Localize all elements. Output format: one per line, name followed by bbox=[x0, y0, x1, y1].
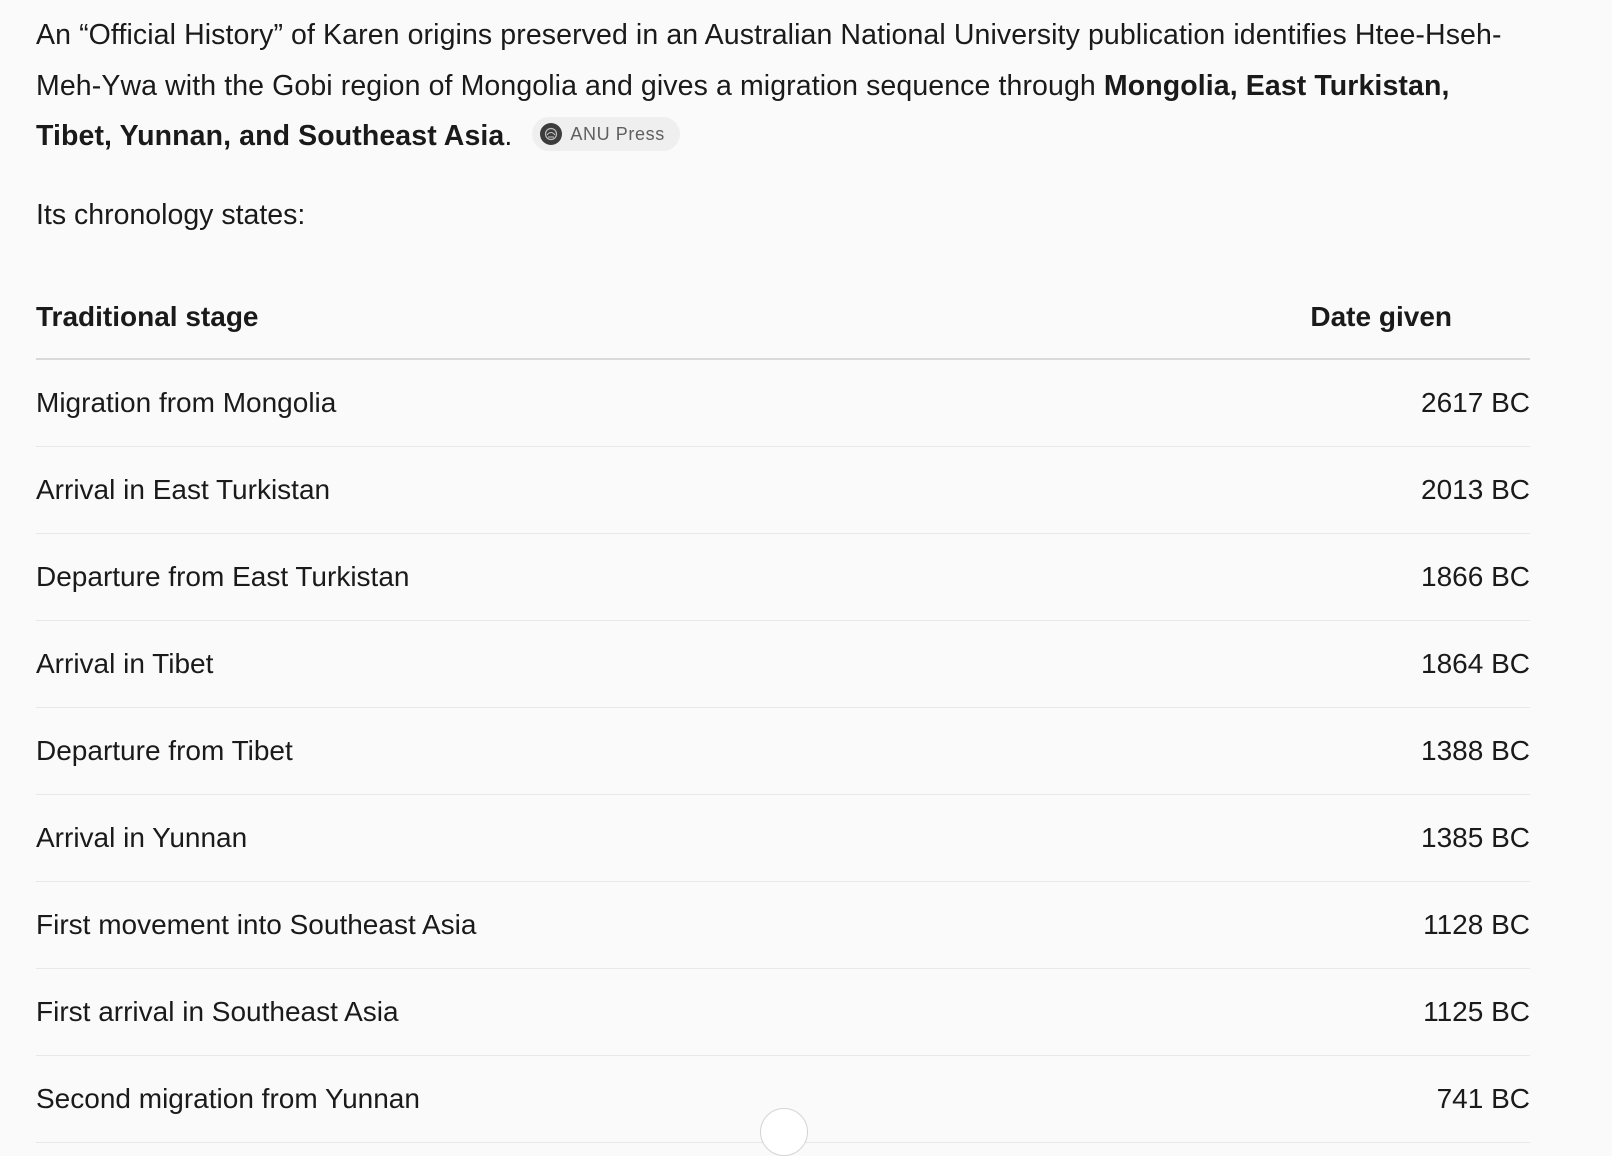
chronology-table: Traditional stage Date given Migration f… bbox=[36, 275, 1530, 1143]
citation-label: ANU Press bbox=[570, 124, 665, 144]
date-cell: 2013 BC bbox=[1032, 446, 1530, 534]
table-row: Migration from Mongolia 2617 BC bbox=[36, 358, 1530, 447]
table-row: Departure from Tibet 1388 BC bbox=[36, 707, 1530, 795]
table-row: First movement into Southeast Asia 1128 … bbox=[36, 881, 1530, 969]
stage-cell: Departure from East Turkistan bbox=[36, 533, 1033, 621]
intro-period: . bbox=[504, 120, 513, 152]
date-cell: 1125 BC bbox=[1032, 968, 1530, 1056]
scroll-to-bottom-button[interactable] bbox=[760, 1108, 808, 1156]
date-cell: 1864 BC bbox=[1032, 620, 1530, 708]
table-header-row: Traditional stage Date given bbox=[36, 275, 1530, 360]
date-cell: 2617 BC bbox=[1032, 358, 1530, 447]
stage-cell: Departure from Tibet bbox=[36, 707, 1033, 795]
date-cell: 1128 BC bbox=[1032, 881, 1530, 969]
stage-cell: Migration from Mongolia bbox=[36, 358, 1033, 447]
message-content: An “Official History” of Karen origins p… bbox=[36, 10, 1530, 1143]
date-cell: 1385 BC bbox=[1032, 794, 1530, 882]
table-row: Arrival in Tibet 1864 BC bbox=[36, 620, 1530, 708]
date-cell: 741 BC bbox=[1032, 1055, 1530, 1143]
stage-cell: Arrival in Tibet bbox=[36, 620, 1033, 708]
table-row: First arrival in Southeast Asia 1125 BC bbox=[36, 968, 1530, 1056]
stage-cell: First arrival in Southeast Asia bbox=[36, 968, 1033, 1056]
table-row: Departure from East Turkistan 1866 BC bbox=[36, 533, 1530, 621]
stage-cell: First movement into Southeast Asia bbox=[36, 881, 1033, 969]
stage-cell: Arrival in East Turkistan bbox=[36, 446, 1033, 534]
header-traditional-stage: Traditional stage bbox=[36, 275, 1033, 360]
table-row: Arrival in East Turkistan 2013 BC bbox=[36, 446, 1530, 534]
date-cell: 1388 BC bbox=[1032, 707, 1530, 795]
date-cell: 1866 BC bbox=[1032, 533, 1530, 621]
table-row: Arrival in Yunnan 1385 BC bbox=[36, 794, 1530, 882]
citation-chip[interactable]: ANU Press bbox=[532, 117, 680, 151]
source-favicon-icon bbox=[540, 123, 563, 145]
intro-paragraph: An “Official History” of Karen origins p… bbox=[36, 10, 1530, 162]
header-date-given: Date given bbox=[1032, 275, 1530, 360]
stage-cell: Arrival in Yunnan bbox=[36, 794, 1033, 882]
chronology-lead: Its chronology states: bbox=[36, 198, 306, 231]
stage-cell: Second migration from Yunnan bbox=[36, 1055, 1033, 1143]
